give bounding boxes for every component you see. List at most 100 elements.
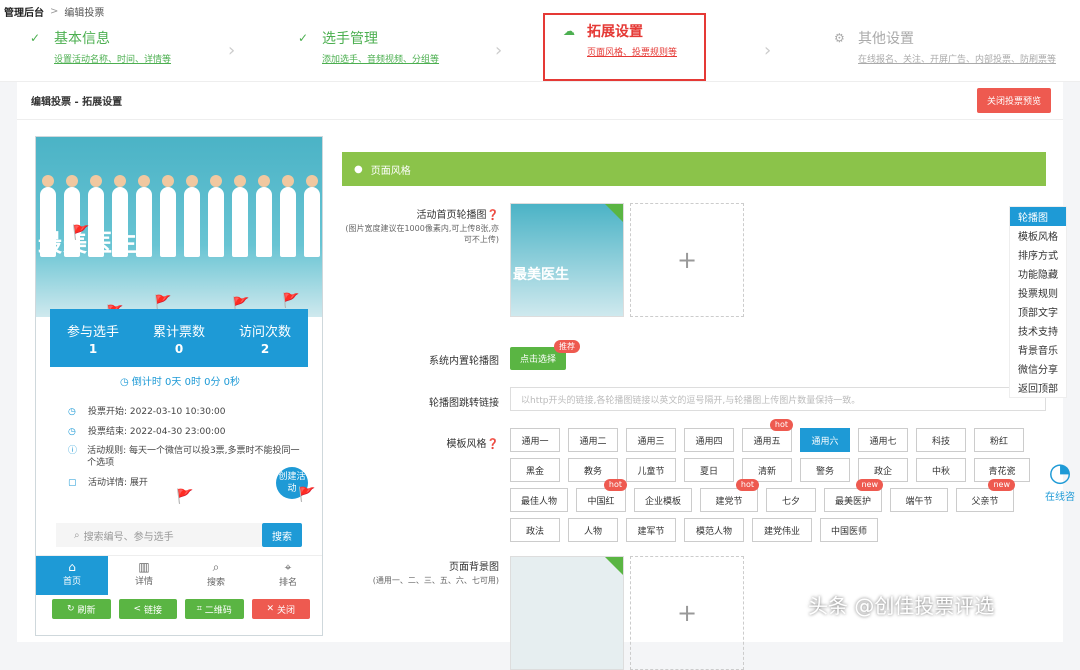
template-option[interactable]: 最美医护 new (824, 479, 883, 512)
template-option[interactable]: 通用三 (626, 428, 676, 452)
template-option[interactable]: 七夕 (766, 488, 816, 512)
close-preview-button[interactable]: 关闭投票预览 (976, 88, 1051, 113)
close-button[interactable]: ✕ 关闭 (251, 599, 310, 619)
step-other-settings[interactable]: ⚙ 其他设置 在线报名、关注、开屏广告、内部投票、防刷票等 (834, 28, 1056, 76)
stats-bar: 参与选手 1 累计票数 0 访问次数 2 (50, 309, 308, 367)
template-option[interactable]: 模范人物 (684, 518, 744, 542)
template-option[interactable]: 黑金 (510, 458, 560, 482)
flag-icon: 🚩 (72, 225, 90, 241)
template-option[interactable]: 中国医师 (820, 518, 878, 542)
template-option[interactable]: 科技 (916, 428, 966, 452)
step-contestant-management[interactable]: ✓ 选手管理 添加选手、音频视频、分组等 (298, 28, 439, 76)
template-option[interactable]: 建军节 (626, 518, 676, 542)
step-extended-settings[interactable]: ☁ 拓展设置 页面风格、投票规则等 (543, 13, 706, 81)
bottom-tabbar: ⌂ 首页 ▥ 详情 ⌕ 搜索 ⌖ 排名 (36, 555, 322, 595)
template-row: 最佳人物 中国红 hot 企业模板 建党节 hot 七夕 最美医护 new 端午节 父亲节 new (510, 479, 1050, 512)
sidenav-item[interactable]: 轮播图 (1010, 207, 1066, 226)
link-button[interactable]: < 链接 (118, 599, 177, 619)
template-label: 科技 (931, 436, 950, 447)
template-option[interactable]: 人物 (568, 518, 618, 542)
button-label: 刷新 (77, 605, 96, 616)
template-option[interactable]: 最佳人物 (510, 488, 568, 512)
template-row: 通用一 通用二 通用三 通用四 通用五 hot 通用六 通用七 科技 粉红 (510, 419, 1050, 452)
template-label: 建党节 (715, 496, 743, 507)
jump-link-input[interactable]: 以http开头的链接,各轮播图链接以英文的逗号隔开,与轮播图上传图片数量保持一致… (510, 387, 1046, 411)
template-option[interactable]: 粉红 (974, 428, 1024, 452)
sidenav-item[interactable]: 功能隐藏 (1010, 264, 1066, 283)
hot-badge: hot (769, 419, 793, 431)
bar-chart-icon: ▥ (138, 560, 150, 574)
search-input[interactable]: ⌕ 搜索编号、参与选手 (56, 523, 262, 547)
template-option[interactable]: 企业模板 (634, 488, 692, 512)
template-label: 人物 (583, 526, 602, 537)
bg-thumbnail[interactable] (510, 556, 624, 670)
tab-detail[interactable]: ▥ 详情 (108, 556, 180, 595)
template-option[interactable]: 通用二 (568, 428, 618, 452)
tab-ranking[interactable]: ⌖ 排名 (252, 556, 322, 595)
button-label: 二维码 (204, 605, 232, 616)
sidenav-item[interactable]: 排序方式 (1010, 245, 1066, 264)
sidenav-item[interactable]: 模板风格 (1010, 226, 1066, 245)
info-row[interactable]: ▢ 活动详情: 展开 (68, 478, 308, 490)
new-badge: new (988, 479, 1015, 491)
tab-search[interactable]: ⌕ 搜索 (180, 556, 252, 595)
tab-label: 搜索 (206, 578, 225, 588)
template-row: 政法 人物 建军节 模范人物 建党伟业 中国医师 (510, 518, 1050, 542)
template-row: 黑金 教务 儿童节 夏日 清新 警务 政企 中秋 青花瓷 (510, 458, 1050, 482)
template-option[interactable]: 警务 (800, 458, 850, 482)
recommend-badge: 推荐 (554, 340, 580, 353)
panel-title: 编辑投票 - 拓展设置 (31, 97, 123, 108)
cloud-icon: ☁ (563, 24, 575, 38)
template-option[interactable]: 通用五 hot (742, 419, 793, 452)
template-option[interactable]: 端午节 (890, 488, 948, 512)
sidenav-item[interactable]: 返回顶部 (1010, 378, 1066, 397)
template-option[interactable]: 中国红 hot (576, 479, 627, 512)
sidenav-item[interactable]: 微信分享 (1010, 359, 1066, 378)
template-option[interactable]: 政法 (510, 518, 560, 542)
carousel-thumbnail[interactable]: 最美医生 (510, 203, 624, 317)
info-row: ◷ 投票开始: 2022-03-10 10:30:00 (68, 407, 308, 419)
template-option[interactable]: 通用一 (510, 428, 560, 452)
breadcrumb-home[interactable]: 管理后台 (4, 4, 44, 19)
template-label: 通用三 (637, 436, 665, 447)
template-label: 端午节 (905, 496, 933, 507)
template-option[interactable]: 通用四 (684, 428, 734, 452)
sidenav-item[interactable]: 技术支持 (1010, 321, 1066, 340)
selected-check-icon (605, 557, 623, 575)
template-option[interactable]: 建党伟业 (752, 518, 812, 542)
refresh-button[interactable]: ↻ 刷新 (52, 599, 111, 619)
clock-icon: ◷ (68, 426, 76, 437)
template-option[interactable]: 建党节 hot (700, 479, 759, 512)
clock-icon: ◷ (119, 377, 129, 388)
vote-info-list: ◷ 投票开始: 2022-03-10 10:30:00 ◷ 投票结束: 2022-0… (68, 407, 308, 497)
hot-badge: hot (735, 479, 759, 491)
template-option[interactable]: 通用七 (858, 428, 908, 452)
countdown-text: 倒计时 0天 0时 0分 0秒 (131, 377, 241, 388)
carousel-upload[interactable]: + (630, 203, 744, 317)
stat-label: 参与选手 (66, 324, 119, 340)
template-option[interactable]: 通用六 (800, 428, 850, 452)
qrcode-button[interactable]: ⌗ 二维码 (185, 599, 244, 619)
side-navigation: 轮播图 模板风格 排序方式 功能隐藏 投票规则 顶部文字 技术支持 背景音乐 微信分享 返回顶部 (1009, 206, 1067, 398)
clock-icon: ◷ (68, 407, 76, 417)
label-text: 页面背景图 (449, 562, 499, 573)
template-option[interactable]: 父亲节 new (956, 479, 1015, 512)
sidenav-item[interactable]: 投票规则 (1010, 283, 1066, 302)
sidenav-item[interactable]: 背景音乐 (1010, 340, 1066, 359)
step-subtitle: 设置活动名称、时间、详情等 (54, 55, 172, 65)
template-option[interactable]: 中秋 (916, 458, 966, 482)
template-label: 政法 (525, 526, 544, 537)
template-option[interactable]: 儿童节 (626, 458, 676, 482)
template-label: 模板风格❓ (339, 435, 499, 450)
template-option[interactable]: 夏日 (684, 458, 734, 482)
sidenav-item[interactable]: 顶部文字 (1010, 302, 1066, 321)
check-icon: ✓ (30, 31, 41, 45)
online-consult[interactable]: ◔ 在线咨 (1040, 458, 1080, 503)
tab-home[interactable]: ⌂ 首页 (36, 556, 108, 595)
info-row: ◷ 投票结束: 2022-04-30 23:00:00 (68, 427, 308, 439)
search-button[interactable]: 搜索 (262, 523, 302, 547)
step-basic-info[interactable]: ✓ 基本信息 设置活动名称、时间、详情等 (30, 28, 171, 76)
bg-upload[interactable]: + (630, 556, 744, 670)
consult-label: 在线咨 (1045, 492, 1075, 503)
template-label: 通用一 (521, 436, 549, 447)
